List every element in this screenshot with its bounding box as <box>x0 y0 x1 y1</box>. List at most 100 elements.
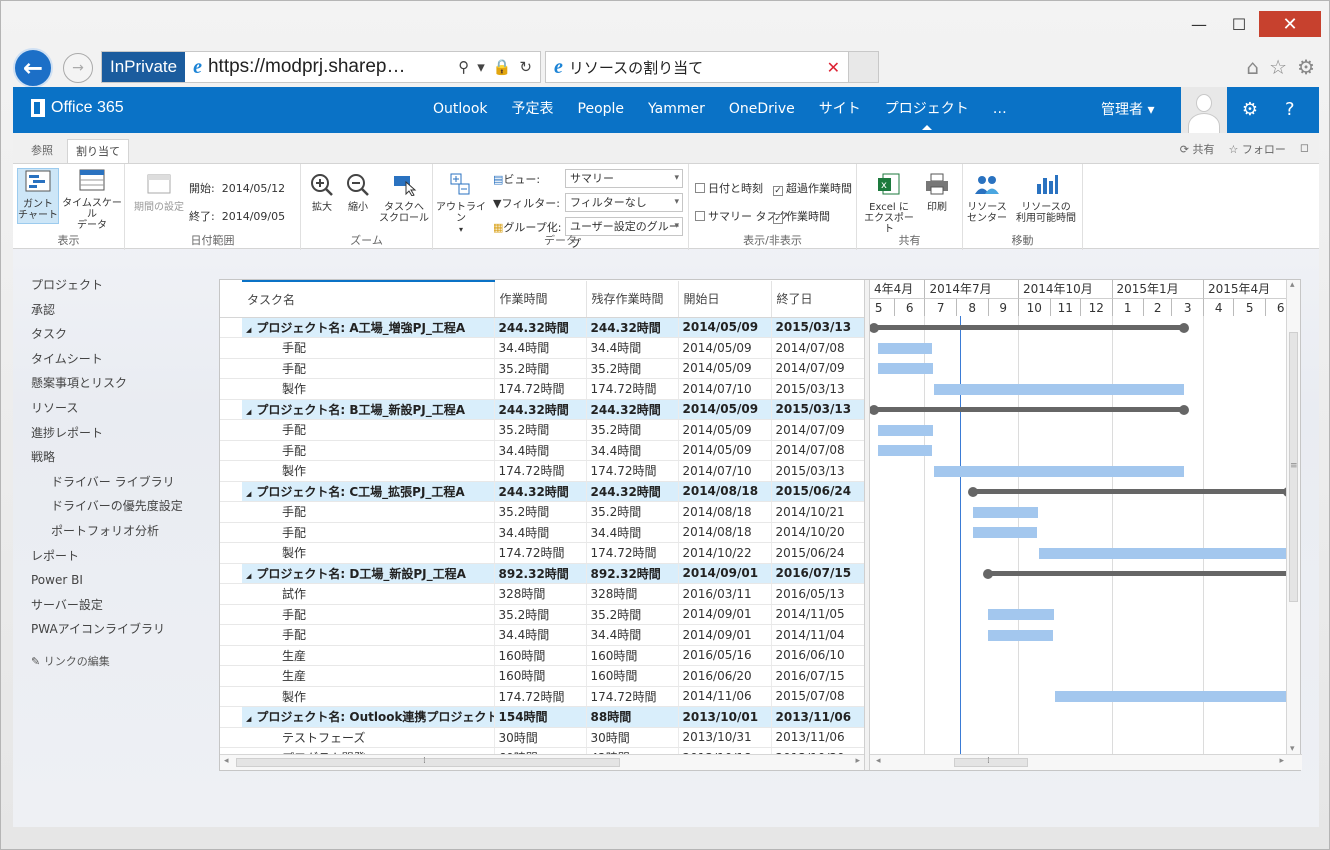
cell-work[interactable]: 154時間 <box>494 706 587 728</box>
table-row[interactable]: 手配 34.4時間 34.4時間 2014/05/09 2014/07/08 <box>220 337 864 359</box>
gantt-task-bar[interactable] <box>878 424 933 436</box>
suite-nav-item[interactable]: People <box>566 87 637 133</box>
gantt-task-bar[interactable] <box>973 527 1038 538</box>
cell-start[interactable]: 2014/05/09 <box>678 399 772 420</box>
nav-item[interactable]: プロジェクト <box>31 273 211 298</box>
column-header-work[interactable]: 作業時間 <box>494 281 587 318</box>
nav-item[interactable]: サーバー設定 <box>31 593 211 618</box>
avatar[interactable] <box>1181 87 1227 133</box>
nav-item[interactable]: タイムシート <box>31 347 211 372</box>
cell-work[interactable]: 35.2時間 <box>494 604 587 625</box>
help-icon[interactable]: ? <box>1285 87 1295 133</box>
column-header-finish[interactable]: 終了日 <box>771 281 864 318</box>
cell-finish[interactable]: 2016/07/15 <box>771 563 864 584</box>
gantt-summary-bar[interactable] <box>987 571 1288 576</box>
cell-work[interactable]: 174.72時間 <box>494 378 587 400</box>
tab-assignments[interactable]: 割り当て <box>67 139 129 163</box>
nav-item[interactable]: PWAアイコンライブラリ <box>31 617 211 642</box>
user-menu[interactable]: 管理者 ▾ <box>1101 87 1154 133</box>
table-row[interactable]: 手配 34.4時間 34.4時間 2014/08/18 2014/10/20 <box>220 522 864 543</box>
gantt-task-bar[interactable] <box>933 465 1184 477</box>
scroll-left-icon[interactable]: ◂ <box>224 756 229 766</box>
gantt-chart-button[interactable]: ガント チャート <box>17 168 59 224</box>
nav-item[interactable]: 承認 <box>31 298 211 323</box>
address-bar[interactable]: InPrivate e https://modprj.sharep… ⚲ ▾ 🔒… <box>101 51 541 83</box>
cell-remaining[interactable]: 174.72時間 <box>586 686 679 707</box>
cell-finish[interactable]: 2015/03/13 <box>771 460 864 482</box>
cell-name[interactable]: テストフェーズ <box>242 727 495 748</box>
cell-work[interactable]: 35.2時間 <box>494 358 587 379</box>
nav-item[interactable]: 進捗レポート <box>31 421 211 446</box>
edit-links-link[interactable]: ✎ リンクの編集 <box>31 650 211 675</box>
set-period-button[interactable]: 期間の設定 <box>131 172 187 222</box>
gantt-vscroll-thumb[interactable]: ≡ <box>1289 332 1298 602</box>
cell-work[interactable]: 244.32時間 <box>494 399 587 420</box>
cell-name[interactable]: 手配 <box>242 522 495 543</box>
cell-remaining[interactable]: 30時間 <box>586 727 679 748</box>
cell-start[interactable]: 2014/08/18 <box>678 481 772 502</box>
scroll-to-task-button[interactable]: タスクへ スクロール <box>379 172 429 224</box>
cell-name[interactable]: 手配 <box>242 440 495 461</box>
cell-name[interactable]: 手配 <box>242 337 495 359</box>
back-button[interactable]: ← <box>13 48 53 88</box>
gantt-task-bar[interactable] <box>878 342 932 354</box>
cell-start[interactable]: 2016/03/11 <box>678 583 772 605</box>
suite-nav-item[interactable]: プロジェクト <box>873 87 981 133</box>
cell-name[interactable]: 手配 <box>242 419 495 441</box>
gantt-hscroll-thumb[interactable]: ⁞ <box>954 756 1028 767</box>
cell-remaining[interactable]: 174.72時間 <box>586 460 679 482</box>
cell-finish[interactable]: 2014/07/08 <box>771 440 864 461</box>
tab-close-icon[interactable]: ✕ <box>827 58 848 77</box>
cell-work[interactable]: 35.2時間 <box>494 419 587 441</box>
cell-name[interactable]: ◢ プロジェクト名: C工場_拡張PJ_工程A <box>242 481 495 502</box>
cell-start[interactable]: 2014/09/01 <box>678 604 772 625</box>
cell-finish[interactable]: 2015/03/13 <box>771 378 864 400</box>
collapse-triangle-icon[interactable]: ◢ <box>246 715 251 723</box>
gantt-vertical-scrollbar[interactable]: ▴ ≡ ▾ <box>1286 280 1300 754</box>
nav-item[interactable]: リソース <box>31 396 211 421</box>
collapse-triangle-icon[interactable]: ◢ <box>246 326 251 334</box>
cell-name[interactable]: 手配 <box>242 624 495 646</box>
cell-finish[interactable]: 2015/03/13 <box>771 317 864 338</box>
cell-remaining[interactable]: 160時間 <box>586 665 679 687</box>
table-row[interactable]: 製作 174.72時間 174.72時間 2014/07/10 2015/03/13 <box>220 378 864 400</box>
suite-nav-item[interactable]: Outlook <box>421 87 500 133</box>
cell-remaining[interactable]: 174.72時間 <box>586 378 679 400</box>
resource-availability-button[interactable]: リソースの 利用可能時間 <box>1013 172 1079 228</box>
suite-nav-item[interactable]: サイト <box>807 87 873 133</box>
cell-remaining[interactable]: 35.2時間 <box>586 501 679 523</box>
table-row[interactable]: テストフェーズ 30時間 30時間 2013/10/31 2013/11/06 <box>220 727 864 748</box>
cell-start[interactable]: 2014/05/09 <box>678 337 772 359</box>
table-row[interactable]: 生産 160時間 160時間 2016/05/16 2016/06/10 <box>220 645 864 666</box>
cell-remaining[interactable]: 244.32時間 <box>586 317 679 338</box>
cell-start[interactable]: 2014/08/18 <box>678 522 772 543</box>
cell-remaining[interactable]: 328時間 <box>586 583 679 605</box>
gantt-scroll-left-icon[interactable]: ◂ <box>876 756 881 766</box>
cell-finish[interactable]: 2015/06/24 <box>771 542 864 564</box>
office365-logo[interactable]: Office 365 <box>31 99 124 117</box>
end-date[interactable]: 終了: 2014/09/05 <box>189 208 285 224</box>
cell-work[interactable]: 892.32時間 <box>494 563 587 584</box>
home-icon[interactable]: ⌂ <box>1246 55 1259 79</box>
cell-work[interactable]: 35.2時間 <box>494 501 587 523</box>
scroll-right-icon[interactable]: ▸ <box>855 756 860 766</box>
cell-finish[interactable]: 2013/11/06 <box>771 706 864 728</box>
browser-tab[interactable]: e リソースの割り当て ✕ <box>545 51 849 83</box>
cell-finish[interactable]: 2014/07/08 <box>771 337 864 359</box>
table-row[interactable]: 製作 174.72時間 174.72時間 2014/10/22 2015/06/24 <box>220 542 864 564</box>
collapse-triangle-icon[interactable]: ◢ <box>246 408 251 416</box>
start-date[interactable]: 開始: 2014/05/12 <box>189 180 285 196</box>
cell-work[interactable]: 34.4時間 <box>494 440 587 461</box>
column-header-task-name[interactable]: タスク名 <box>242 280 495 318</box>
nav-item[interactable]: タスク <box>31 322 211 347</box>
cell-work[interactable]: 160時間 <box>494 645 587 666</box>
cell-remaining[interactable]: 35.2時間 <box>586 604 679 625</box>
cell-remaining[interactable]: 35.2時間 <box>586 358 679 379</box>
cell-finish[interactable]: 2014/11/05 <box>771 604 864 625</box>
nav-sub-item[interactable]: ドライバー ライブラリ <box>31 470 211 495</box>
suite-nav-item[interactable]: OneDrive <box>717 87 807 133</box>
table-row[interactable]: 手配 35.2時間 35.2時間 2014/05/09 2014/07/09 <box>220 419 864 441</box>
share-link[interactable]: ⟳ 共有 <box>1180 141 1215 157</box>
follow-link[interactable]: ☆ フォロー <box>1229 141 1286 157</box>
summary-row[interactable]: ◢ プロジェクト名: C工場_拡張PJ_工程A 244.32時間 244.32時間 20… <box>220 481 864 502</box>
